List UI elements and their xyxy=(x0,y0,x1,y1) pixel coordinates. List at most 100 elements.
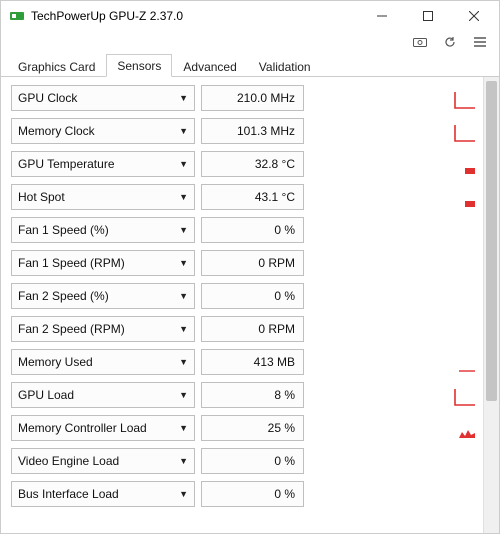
close-button[interactable] xyxy=(451,1,497,31)
refresh-icon[interactable] xyxy=(443,35,457,49)
sensor-sparkline xyxy=(310,382,479,408)
sensor-label: Hot Spot xyxy=(18,190,179,204)
chevron-down-icon: ▼ xyxy=(179,489,188,499)
sensor-value: 0 % xyxy=(274,454,295,468)
sensor-sparkline xyxy=(310,184,479,210)
sensor-row: Fan 1 Speed (%) ▼ 0 % xyxy=(11,213,479,246)
sensor-value: 32.8 °C xyxy=(255,157,295,171)
sensor-label-cell[interactable]: GPU Temperature ▼ xyxy=(11,151,195,177)
sensor-value-cell[interactable]: 25 % xyxy=(201,415,304,441)
sensor-label: GPU Clock xyxy=(18,91,179,105)
sensor-label: GPU Load xyxy=(18,388,179,402)
sensor-sparkline xyxy=(310,481,479,507)
sensor-value: 0 % xyxy=(274,487,295,501)
chevron-down-icon: ▼ xyxy=(179,423,188,433)
sensor-label-cell[interactable]: GPU Load ▼ xyxy=(11,382,195,408)
sensor-sparkline xyxy=(310,283,479,309)
sensor-value-cell[interactable]: 413 MB xyxy=(201,349,304,375)
sensor-label-cell[interactable]: Hot Spot ▼ xyxy=(11,184,195,210)
sensor-row: Fan 2 Speed (RPM) ▼ 0 RPM xyxy=(11,312,479,345)
sensor-value: 0 RPM xyxy=(258,256,295,270)
sensor-row: Memory Controller Load ▼ 25 % xyxy=(11,411,479,444)
tab-sensors[interactable]: Sensors xyxy=(106,54,172,77)
sensor-label-cell[interactable]: Memory Clock ▼ xyxy=(11,118,195,144)
sensor-label-cell[interactable]: GPU Clock ▼ xyxy=(11,85,195,111)
chevron-down-icon: ▼ xyxy=(179,225,188,235)
sensor-value: 0 RPM xyxy=(258,322,295,336)
sensor-label: GPU Temperature xyxy=(18,157,179,171)
sensor-sparkline xyxy=(310,250,479,276)
sensor-label: Fan 2 Speed (%) xyxy=(18,289,179,303)
sensor-value: 0 % xyxy=(274,289,295,303)
sensor-label: Memory Used xyxy=(18,355,179,369)
tab-advanced[interactable]: Advanced xyxy=(172,55,247,77)
vertical-scrollbar[interactable] xyxy=(483,77,499,533)
chevron-down-icon: ▼ xyxy=(179,324,188,334)
sensor-value: 25 % xyxy=(268,421,295,435)
sensor-row: Fan 2 Speed (%) ▼ 0 % xyxy=(11,279,479,312)
sensor-label-cell[interactable]: Fan 1 Speed (%) ▼ xyxy=(11,217,195,243)
sensor-value-cell[interactable]: 0 % xyxy=(201,448,304,474)
sensor-label-cell[interactable]: Fan 2 Speed (RPM) ▼ xyxy=(11,316,195,342)
sensor-sparkline xyxy=(310,85,479,111)
window-title: TechPowerUp GPU-Z 2.37.0 xyxy=(31,9,359,23)
sensor-label: Memory Controller Load xyxy=(18,421,179,435)
chevron-down-icon: ▼ xyxy=(179,357,188,367)
screenshot-icon[interactable] xyxy=(413,35,427,49)
sensor-sparkline xyxy=(310,151,479,177)
sensor-value: 210.0 MHz xyxy=(237,91,295,105)
sensor-value: 101.3 MHz xyxy=(237,124,295,138)
sensor-sparkline xyxy=(310,448,479,474)
sensor-label-cell[interactable]: Memory Controller Load ▼ xyxy=(11,415,195,441)
tab-graphics-card[interactable]: Graphics Card xyxy=(7,55,106,77)
sensor-value: 413 MB xyxy=(254,355,295,369)
sensor-value-cell[interactable]: 8 % xyxy=(201,382,304,408)
sensor-value: 0 % xyxy=(274,223,295,237)
sensor-label: Memory Clock xyxy=(18,124,179,138)
chevron-down-icon: ▼ xyxy=(179,192,188,202)
tab-validation[interactable]: Validation xyxy=(248,55,322,77)
chevron-down-icon: ▼ xyxy=(179,456,188,466)
sensor-label-cell[interactable]: Bus Interface Load ▼ xyxy=(11,481,195,507)
sensor-value-cell[interactable]: 32.8 °C xyxy=(201,151,304,177)
sensor-row: Memory Used ▼ 413 MB xyxy=(11,345,479,378)
sensor-label-cell[interactable]: Fan 1 Speed (RPM) ▼ xyxy=(11,250,195,276)
maximize-button[interactable] xyxy=(405,1,451,31)
chevron-down-icon: ▼ xyxy=(179,93,188,103)
sensor-label-cell[interactable]: Memory Used ▼ xyxy=(11,349,195,375)
toolbar xyxy=(1,31,499,53)
sensor-value-cell[interactable]: 0 % xyxy=(201,217,304,243)
sensor-value-cell[interactable]: 0 RPM xyxy=(201,316,304,342)
sensor-row: Hot Spot ▼ 43.1 °C xyxy=(11,180,479,213)
titlebar: TechPowerUp GPU-Z 2.37.0 xyxy=(1,1,499,31)
sensor-label: Fan 1 Speed (RPM) xyxy=(18,256,179,270)
chevron-down-icon: ▼ xyxy=(179,159,188,169)
sensor-sparkline xyxy=(310,118,479,144)
sensor-value-cell[interactable]: 43.1 °C xyxy=(201,184,304,210)
sensor-row: GPU Clock ▼ 210.0 MHz xyxy=(11,81,479,114)
sensor-label: Video Engine Load xyxy=(18,454,179,468)
sensor-sparkline xyxy=(310,415,479,441)
sensor-row: Fan 1 Speed (RPM) ▼ 0 RPM xyxy=(11,246,479,279)
sensor-list: GPU Clock ▼ 210.0 MHz Memory Clock ▼ 101… xyxy=(1,77,483,533)
sensor-row: Video Engine Load ▼ 0 % xyxy=(11,444,479,477)
sensor-label-cell[interactable]: Fan 2 Speed (%) ▼ xyxy=(11,283,195,309)
sensor-label: Fan 1 Speed (%) xyxy=(18,223,179,237)
sensor-value-cell[interactable]: 0 RPM xyxy=(201,250,304,276)
sensor-label-cell[interactable]: Video Engine Load ▼ xyxy=(11,448,195,474)
sensor-value-cell[interactable]: 0 % xyxy=(201,283,304,309)
chevron-down-icon: ▼ xyxy=(179,390,188,400)
sensor-sparkline xyxy=(310,316,479,342)
tab-bar: Graphics Card Sensors Advanced Validatio… xyxy=(1,53,499,77)
chevron-down-icon: ▼ xyxy=(179,258,188,268)
sensor-sparkline xyxy=(310,217,479,243)
sensor-value-cell[interactable]: 0 % xyxy=(201,481,304,507)
minimize-button[interactable] xyxy=(359,1,405,31)
sensor-value: 43.1 °C xyxy=(255,190,295,204)
chevron-down-icon: ▼ xyxy=(179,291,188,301)
sensor-value-cell[interactable]: 210.0 MHz xyxy=(201,85,304,111)
menu-icon[interactable] xyxy=(473,35,487,49)
scrollbar-thumb[interactable] xyxy=(486,81,497,401)
sensor-value-cell[interactable]: 101.3 MHz xyxy=(201,118,304,144)
sensor-row: GPU Temperature ▼ 32.8 °C xyxy=(11,147,479,180)
